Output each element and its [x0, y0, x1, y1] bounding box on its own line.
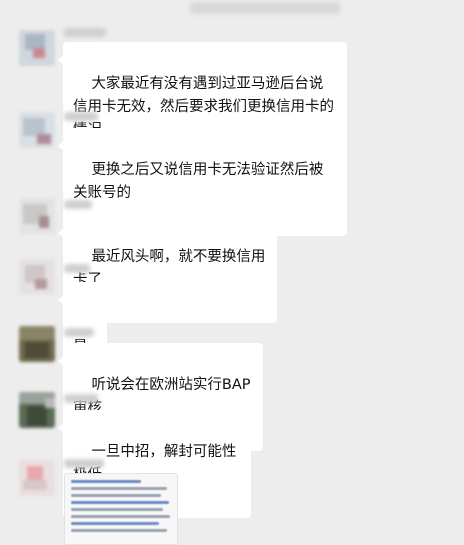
avatar[interactable]	[19, 259, 55, 295]
sender-name	[64, 328, 94, 337]
sender-name	[64, 394, 98, 403]
avatar[interactable]	[19, 112, 55, 148]
avatar[interactable]	[19, 30, 55, 66]
sender-name	[64, 112, 98, 121]
avatar[interactable]	[19, 198, 55, 234]
sender-name	[64, 28, 106, 37]
avatar[interactable]	[19, 326, 55, 362]
blurred-text	[190, 2, 340, 14]
sender-name	[64, 200, 92, 209]
sender-name	[64, 264, 90, 273]
avatar[interactable]	[19, 460, 55, 496]
avatar[interactable]	[19, 392, 55, 428]
message-text: 更换之后又说信用卡无法验证然后被关账号的	[73, 162, 324, 201]
top-blurred-strip	[0, 0, 464, 22]
sender-name	[64, 459, 104, 468]
image-message[interactable]	[64, 473, 178, 545]
